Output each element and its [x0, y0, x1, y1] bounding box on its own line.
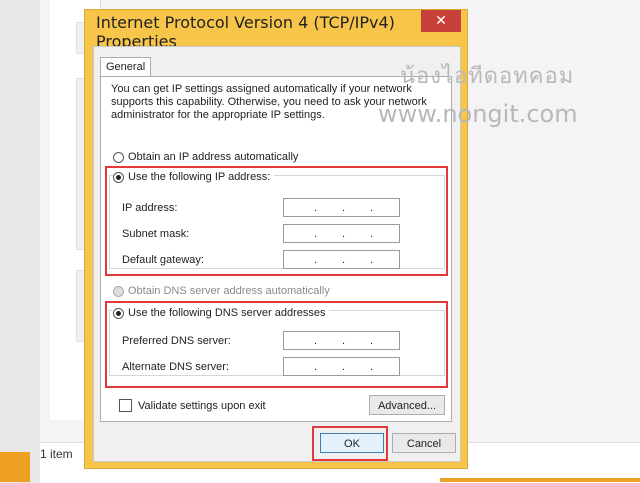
taskbar-accent	[0, 452, 30, 482]
cancel-button[interactable]: Cancel	[392, 433, 456, 453]
watermark-url: www.nongit.com	[378, 100, 578, 128]
validate-label: Validate settings upon exit	[138, 399, 266, 412]
dns-auto-label: Obtain DNS server address automatically	[128, 285, 330, 297]
radio-disabled-icon	[113, 285, 124, 297]
ip-auto-label: Obtain an IP address automatically	[128, 151, 299, 163]
close-button[interactable]: ✕	[421, 10, 461, 32]
dns-highlight-box	[105, 301, 448, 388]
watermark-thai: น้องไอทีดอทคอม	[400, 64, 575, 89]
status-text: 1 item	[40, 447, 73, 461]
checkbox-icon	[119, 399, 132, 412]
tab-general[interactable]: General	[100, 57, 152, 76]
close-icon: ✕	[435, 13, 447, 29]
validate-checkbox[interactable]: Validate settings upon exit	[119, 399, 266, 412]
ip-auto-radio[interactable]: Obtain an IP address automatically	[113, 151, 298, 163]
ok-highlight-box	[312, 426, 388, 461]
dns-auto-radio[interactable]: Obtain DNS server address automatically	[113, 285, 330, 297]
taskbar-accent-right	[440, 478, 640, 482]
ip-highlight-box	[105, 166, 448, 276]
radio-icon	[113, 151, 124, 163]
advanced-button[interactable]: Advanced...	[369, 395, 445, 415]
